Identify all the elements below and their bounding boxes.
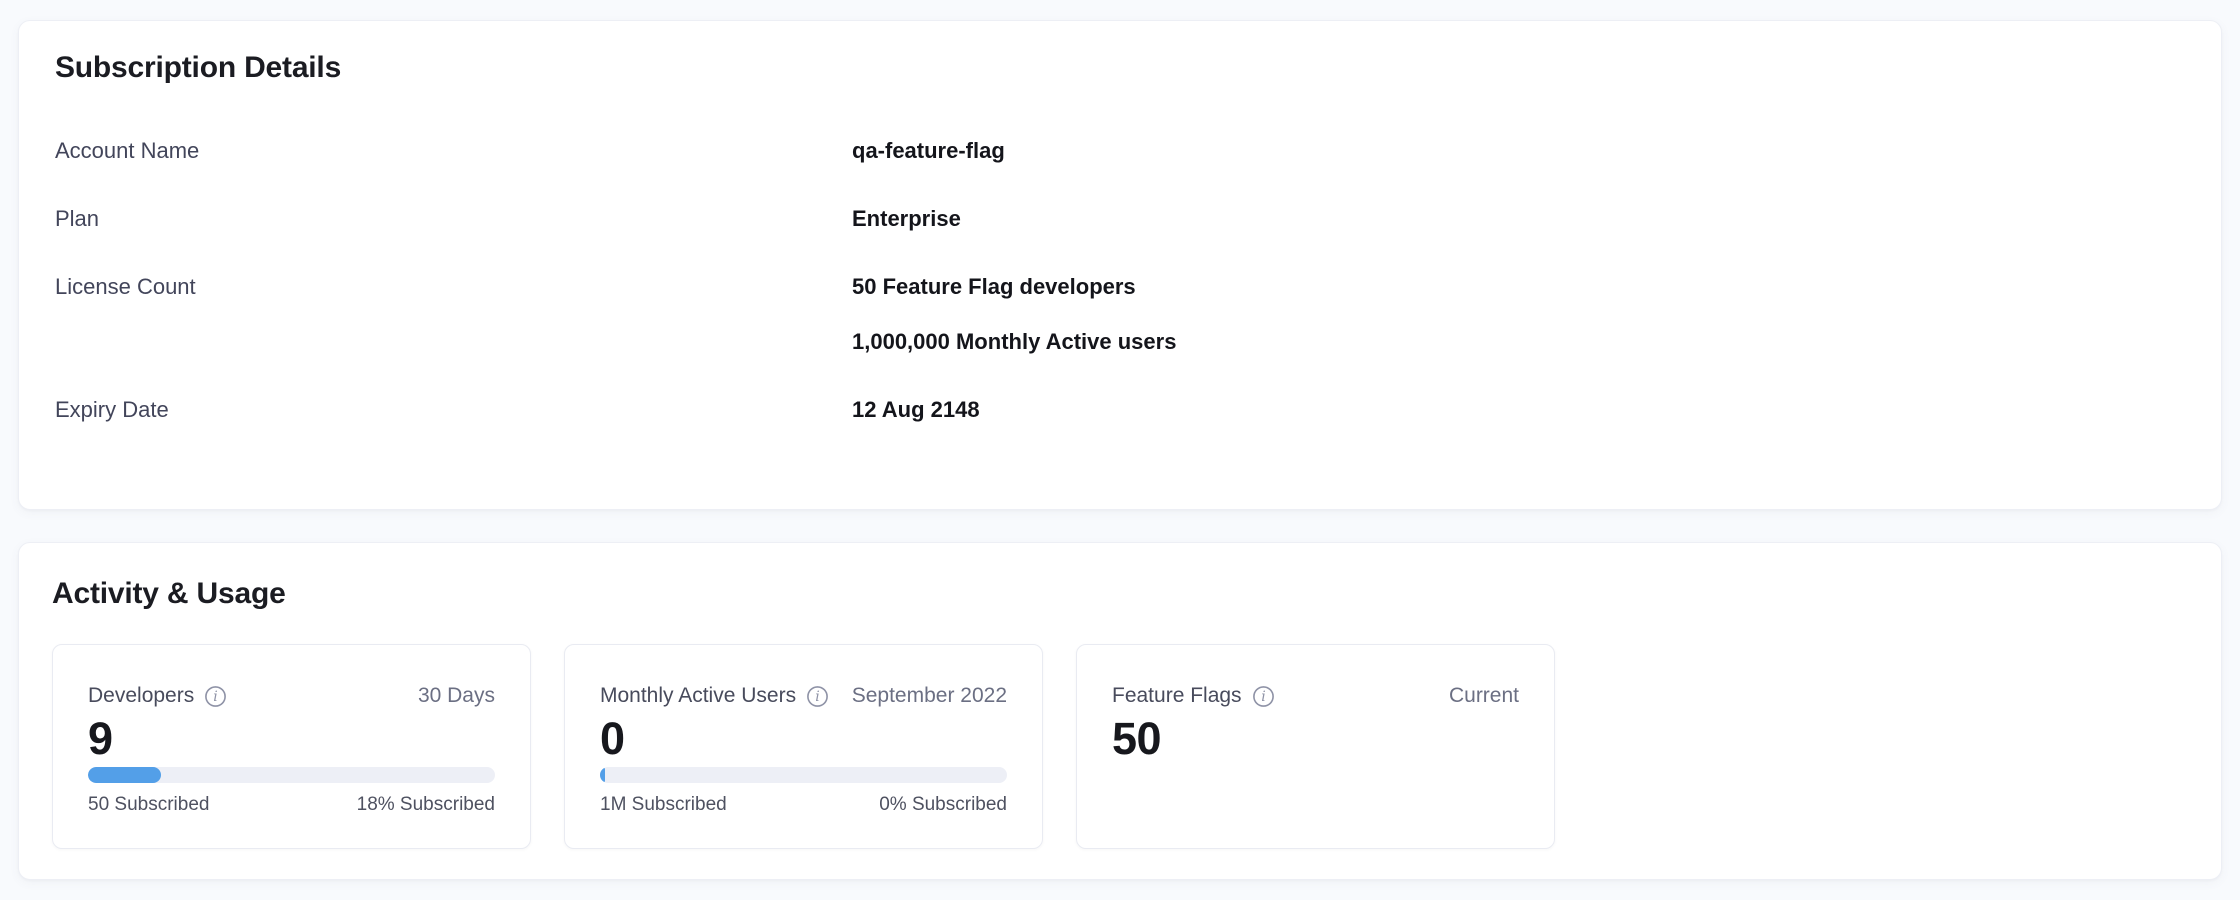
detail-row-value: Enterprise — [852, 204, 2185, 234]
stat-captions: 1M Subscribed 0% Subscribed — [600, 793, 1007, 817]
detail-value-line: Enterprise — [852, 204, 2185, 234]
detail-row-label: License Count — [55, 272, 852, 357]
stat-header: Developers i 30 Days — [88, 681, 495, 711]
info-circle-icon[interactable]: i — [806, 685, 829, 708]
stat-period: Current — [1449, 681, 1519, 711]
detail-row-expiry-date: Expiry Date 12 Aug 2148 — [55, 395, 2185, 425]
info-circle-icon[interactable]: i — [1252, 685, 1275, 708]
detail-value-line: qa-feature-flag — [852, 136, 2185, 166]
detail-value-line: 50 Feature Flag developers — [852, 272, 2185, 302]
detail-row-value: qa-feature-flag — [852, 136, 2185, 166]
stats-row: Developers i 30 Days 9 50 Subscribed 1 — [52, 644, 2188, 849]
detail-row-value: 12 Aug 2148 — [852, 395, 2185, 425]
info-circle-icon[interactable]: i — [204, 685, 227, 708]
detail-row-account-name: Account Name qa-feature-flag — [55, 136, 2185, 166]
svg-text:i: i — [1261, 689, 1265, 705]
stat-header: Feature Flags i Current — [1112, 681, 1519, 711]
detail-row-label: Plan — [55, 204, 852, 234]
stat-caption-left: 50 Subscribed — [88, 793, 209, 817]
subscription-details-card: Subscription Details Account Name qa-fea… — [18, 20, 2222, 510]
detail-row-value: 50 Feature Flag developers 1,000,000 Mon… — [852, 272, 2185, 357]
stat-captions: 50 Subscribed 18% Subscribed — [88, 793, 495, 817]
detail-row-plan: Plan Enterprise — [55, 204, 2185, 234]
stat-period: 30 Days — [418, 681, 495, 711]
stat-value: 9 — [88, 713, 495, 765]
detail-value-line: 1,000,000 Monthly Active users — [852, 327, 2185, 357]
detail-value-line: 12 Aug 2148 — [852, 395, 2185, 425]
stat-header: Monthly Active Users i September 2022 — [600, 681, 1007, 711]
stat-card-monthly-active-users: Monthly Active Users i September 2022 0 … — [564, 644, 1043, 849]
stat-label: Developers — [88, 681, 194, 711]
svg-text:i: i — [815, 689, 819, 705]
stat-progress-track — [600, 767, 1007, 783]
stat-value: 50 — [1112, 713, 1519, 765]
stat-card-developers: Developers i 30 Days 9 50 Subscribed 1 — [52, 644, 531, 849]
detail-row-license-count: License Count 50 Feature Flag developers… — [55, 272, 2185, 357]
detail-row-label: Account Name — [55, 136, 852, 166]
stat-caption-right: 0% Subscribed — [879, 793, 1007, 817]
stat-period: September 2022 — [852, 681, 1007, 711]
stat-progress-fill — [88, 767, 161, 783]
svg-text:i: i — [213, 689, 217, 705]
stat-card-feature-flags: Feature Flags i Current 50 — [1076, 644, 1555, 849]
subscription-details-title: Subscription Details — [55, 49, 2185, 87]
detail-row-label: Expiry Date — [55, 395, 852, 425]
stat-progress-track — [88, 767, 495, 783]
subscription-rows: Account Name qa-feature-flag Plan Enterp… — [55, 136, 2185, 425]
activity-usage-title: Activity & Usage — [52, 575, 2188, 613]
stat-caption-left: 1M Subscribed — [600, 793, 727, 817]
stat-label: Feature Flags — [1112, 681, 1242, 711]
activity-usage-card: Activity & Usage Developers i 30 Days 9 — [18, 542, 2222, 880]
subscription-page: Subscription Details Account Name qa-fea… — [0, 0, 2240, 900]
stat-value: 0 — [600, 713, 1007, 765]
stat-label: Monthly Active Users — [600, 681, 796, 711]
stat-progress-fill — [600, 767, 605, 783]
stat-caption-right: 18% Subscribed — [357, 793, 495, 817]
